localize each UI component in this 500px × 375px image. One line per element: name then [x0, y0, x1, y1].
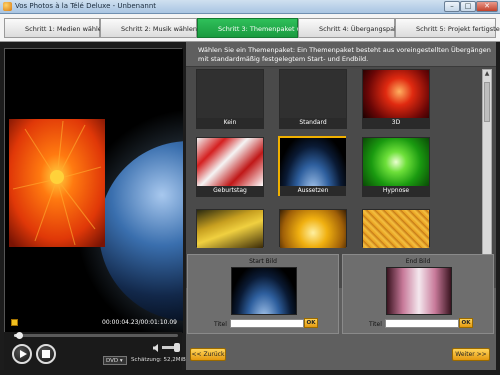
theme-label: Aussetzen: [280, 186, 346, 196]
green-burst-thumbnail-icon: [363, 138, 429, 186]
blank-thumbnail-icon: [197, 70, 263, 118]
blank-thumbnail-icon: [280, 70, 346, 118]
theme-item-9[interactable]: [362, 209, 430, 248]
scroll-up-icon[interactable]: ▲: [484, 71, 490, 77]
theme-label: Hypnose: [363, 186, 429, 196]
format-select[interactable]: DVD ▾: [103, 356, 127, 365]
seek-handle[interactable]: [15, 332, 23, 339]
seek-bar[interactable]: [14, 332, 178, 339]
end-title-input[interactable]: [385, 319, 459, 328]
maximize-button[interactable]: □: [460, 1, 476, 12]
step-4-tab[interactable]: Schritt 4: Übergangspaket wählen: [298, 18, 430, 38]
end-frame-image[interactable]: [386, 267, 452, 315]
end-title-label: Titel: [369, 321, 382, 328]
flag-icon: [11, 319, 18, 326]
end-ok-button[interactable]: OK: [459, 318, 473, 328]
theme-item-aussetzen[interactable]: Aussetzen: [278, 136, 346, 196]
start-ok-button[interactable]: OK: [304, 318, 318, 328]
red-swirl-thumbnail-icon: [363, 70, 429, 118]
start-title-input[interactable]: [230, 319, 304, 328]
theme-item-8[interactable]: [279, 209, 347, 248]
start-title-label: Titel: [214, 321, 227, 328]
start-frame-panel: Start Bild Titel OK: [187, 254, 339, 334]
end-frame-panel: End Bild Titel OK: [342, 254, 494, 334]
stop-icon: [42, 350, 50, 358]
size-estimate: Schätzung: 52,2MiB: [131, 357, 186, 363]
planet-thumbnail-icon: [280, 138, 346, 186]
theme-description: Wählen Sie ein Themenpaket: Ein Themenpa…: [198, 46, 491, 63]
preview-frame-image: [5, 49, 183, 333]
theme-label: 3D: [363, 118, 429, 128]
play-button[interactable]: [12, 344, 32, 364]
start-frame-heading: Start Bild: [249, 258, 277, 265]
theme-panel: Wählen Sie ein Themenpaket: Ein Themenpa…: [186, 42, 496, 370]
gift-thumbnail-icon: [197, 138, 263, 186]
play-icon: [20, 350, 27, 358]
theme-label: Geburtstag: [197, 186, 263, 196]
back-button[interactable]: << Zurück: [190, 348, 226, 361]
step-2-tab[interactable]: Schritt 2: Musik wählen: [100, 18, 197, 38]
stop-button[interactable]: [36, 344, 56, 364]
yellow-machine-thumbnail-icon: [197, 210, 263, 248]
theme-item-3d[interactable]: 3D: [362, 69, 430, 129]
volume-handle[interactable]: [174, 343, 180, 352]
theme-label: Standard: [280, 118, 346, 128]
gold-texture-thumbnail-icon: [363, 210, 429, 248]
theme-label: Kein: [197, 118, 263, 128]
wizard-step-bar: Schritt 1: Medien wählen Schritt 2: Musi…: [0, 14, 500, 42]
timecode: 00:00:04.23/00:01:10.09: [102, 319, 177, 326]
step-label: Schritt 1: Medien wählen: [25, 25, 106, 33]
close-button[interactable]: ✕: [476, 1, 498, 12]
step-3-tab[interactable]: Schritt 3: Themenpaket wählen: [197, 18, 320, 38]
gold-rays-thumbnail-icon: [280, 210, 346, 248]
next-button[interactable]: Weiter >>: [452, 348, 490, 361]
minimize-button[interactable]: –: [444, 1, 460, 12]
start-frame-image[interactable]: [231, 267, 297, 315]
theme-item-standard[interactable]: Standard: [279, 69, 347, 129]
app-icon: [3, 2, 12, 11]
step-1-tab[interactable]: Schritt 1: Medien wählen: [4, 18, 106, 38]
player-controls: DVD ▾ Schätzung: 52,2MiB: [4, 332, 186, 370]
theme-item-7[interactable]: [196, 209, 264, 248]
theme-item-kein[interactable]: Kein: [196, 69, 264, 129]
window-titlebar: Vos Photos à la Télé Deluxe - Unbenannt …: [0, 0, 500, 14]
step-5-tab[interactable]: Schritt 5: Projekt fertigstellen: [395, 18, 500, 38]
end-frame-heading: End Bild: [405, 258, 431, 265]
window-title: Vos Photos à la Télé Deluxe - Unbenannt: [15, 2, 157, 10]
format-value: DVD: [106, 358, 119, 364]
step-label: Schritt 2: Musik wählen: [121, 25, 197, 33]
scroll-thumb[interactable]: [484, 82, 490, 122]
volume-icon[interactable]: [152, 343, 162, 353]
theme-item-hypnose[interactable]: Hypnose: [362, 137, 430, 197]
video-preview: 00:00:04.23/00:01:10.09: [4, 48, 183, 333]
step-label: Schritt 5: Projekt fertigstellen: [416, 25, 500, 33]
theme-item-geburtstag[interactable]: Geburtstag: [196, 137, 264, 197]
